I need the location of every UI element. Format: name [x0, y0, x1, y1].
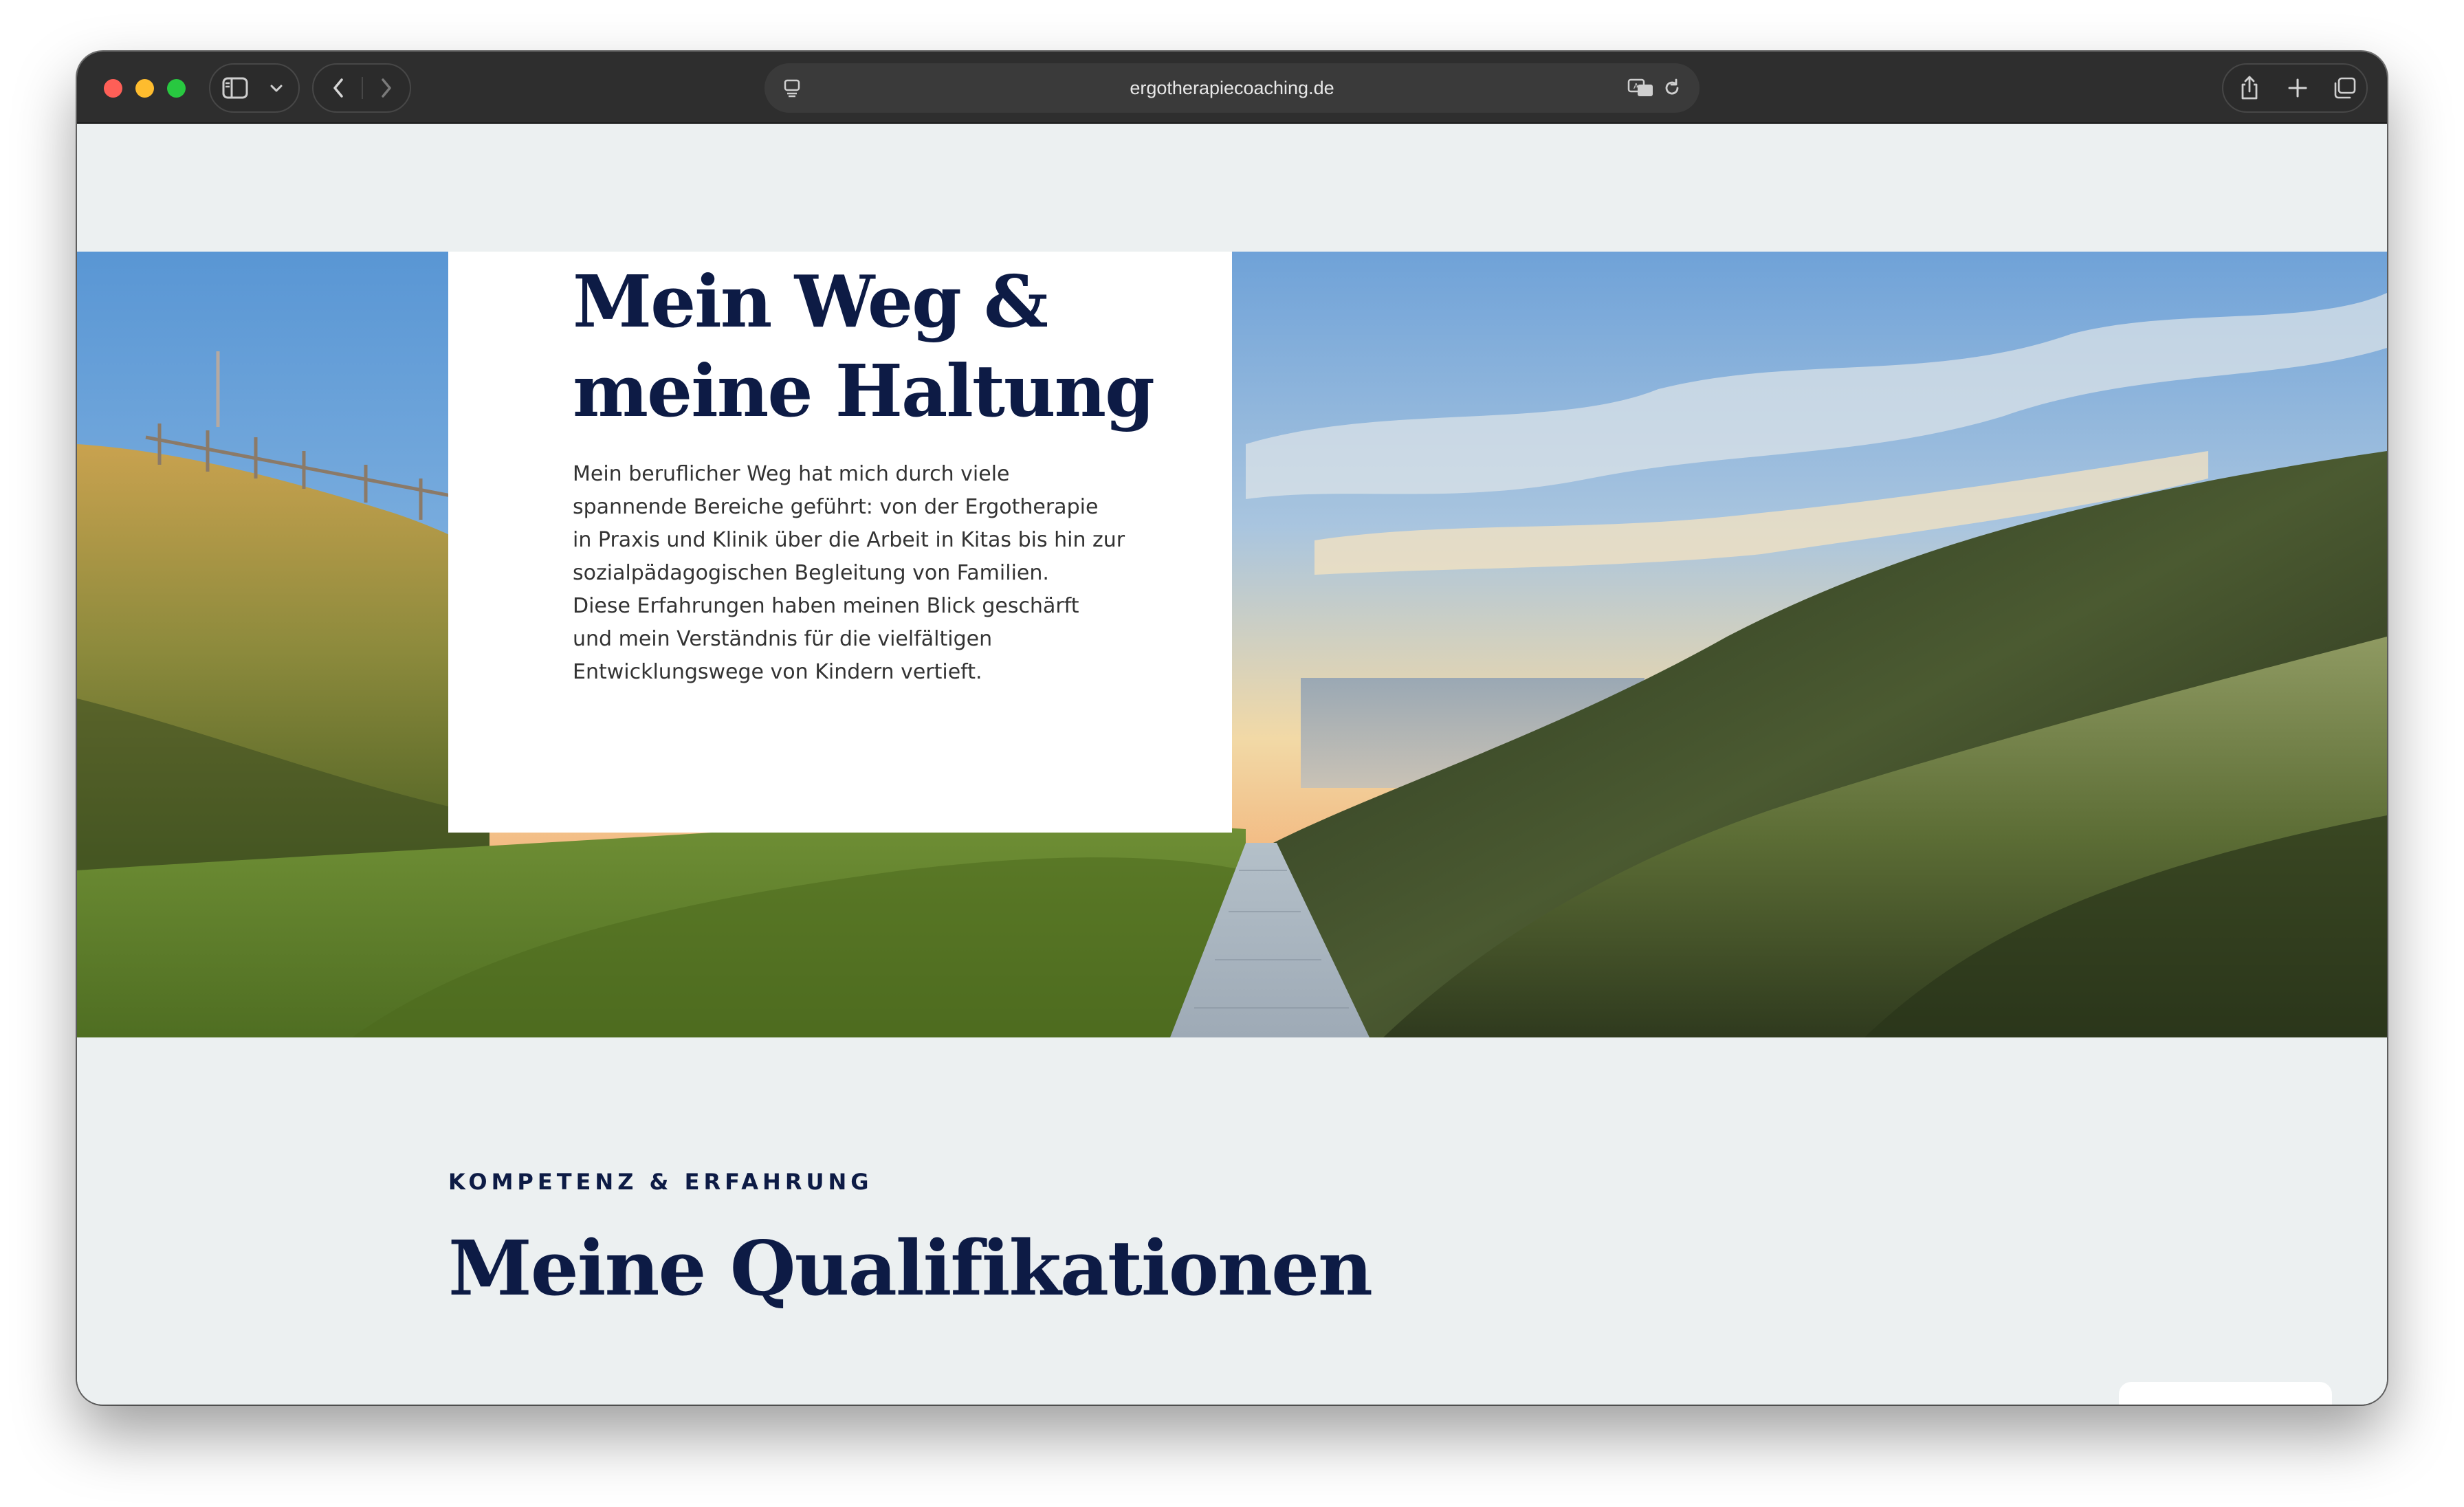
- sidebar-icon[interactable]: [220, 73, 250, 103]
- share-icon[interactable]: [2234, 73, 2265, 103]
- address-bar[interactable]: ergotherapiecoaching.de A: [764, 63, 1700, 113]
- dune-path-photo: [77, 252, 2387, 1037]
- url-text[interactable]: ergotherapiecoaching.de: [764, 63, 1700, 113]
- intro-title-line: meine Haltung: [573, 349, 1155, 433]
- section-eyebrow: KOMPETENZ & ERFAHRUNG: [448, 1169, 873, 1195]
- navigation-group: [312, 63, 411, 113]
- intro-paragraph-line: spannende Bereiche geführt: von der Ergo…: [573, 495, 1099, 519]
- intro-paragraph-line: Diese Erfahrungen haben meinen Blick ges…: [573, 594, 1079, 618]
- intro-paragraph: Mein beruflicher Weg hat mich durch viel…: [573, 458, 1136, 689]
- intro-paragraph-line: Mein beruflicher Weg hat mich durch viel…: [573, 462, 1010, 486]
- minimize-window-button[interactable]: [135, 79, 154, 98]
- floating-widget[interactable]: [2119, 1382, 2332, 1405]
- translate-icon[interactable]: A: [1627, 74, 1656, 102]
- window-actions-group: [2222, 63, 2368, 113]
- chevron-down-icon[interactable]: [264, 76, 289, 100]
- plus-icon[interactable]: [2282, 73, 2313, 103]
- intro-card: Mein Weg & meine Haltung Mein berufliche…: [448, 252, 1232, 833]
- intro-title-line: Mein Weg &: [573, 259, 1048, 344]
- browser-window: ergotherapiecoaching.de A Mein Weg & mei…: [77, 52, 2387, 1405]
- intro-paragraph-line: sozialpädagogischen Begleitung von Famil…: [573, 561, 1049, 585]
- browser-toolbar: ergotherapiecoaching.de A: [77, 52, 2387, 124]
- nav-divider: [362, 77, 363, 99]
- hero-section: Mein Weg & meine Haltung Mein berufliche…: [77, 252, 2387, 1037]
- reload-icon[interactable]: [1660, 76, 1684, 100]
- close-window-button[interactable]: [104, 79, 122, 98]
- svg-text:A: A: [1634, 82, 1639, 91]
- intro-paragraph-line: und mein Verständnis für die vielfältige…: [573, 627, 993, 651]
- sidebar-toggle-group: [209, 63, 300, 113]
- intro-paragraph-line: Entwicklungswege von Kindern vertieft.: [573, 660, 982, 684]
- tabs-icon[interactable]: [2329, 73, 2360, 103]
- chevron-right-icon[interactable]: [370, 73, 403, 103]
- intro-paragraph-line: in Praxis und Klinik über die Arbeit in …: [573, 528, 1125, 552]
- intro-title: Mein Weg & meine Haltung: [573, 257, 1191, 436]
- zoom-window-button[interactable]: [167, 79, 186, 98]
- chevron-left-icon[interactable]: [322, 73, 355, 103]
- section-title: Meine Qualifikationen: [448, 1224, 1373, 1312]
- web-page: Mein Weg & meine Haltung Mein berufliche…: [77, 124, 2387, 1405]
